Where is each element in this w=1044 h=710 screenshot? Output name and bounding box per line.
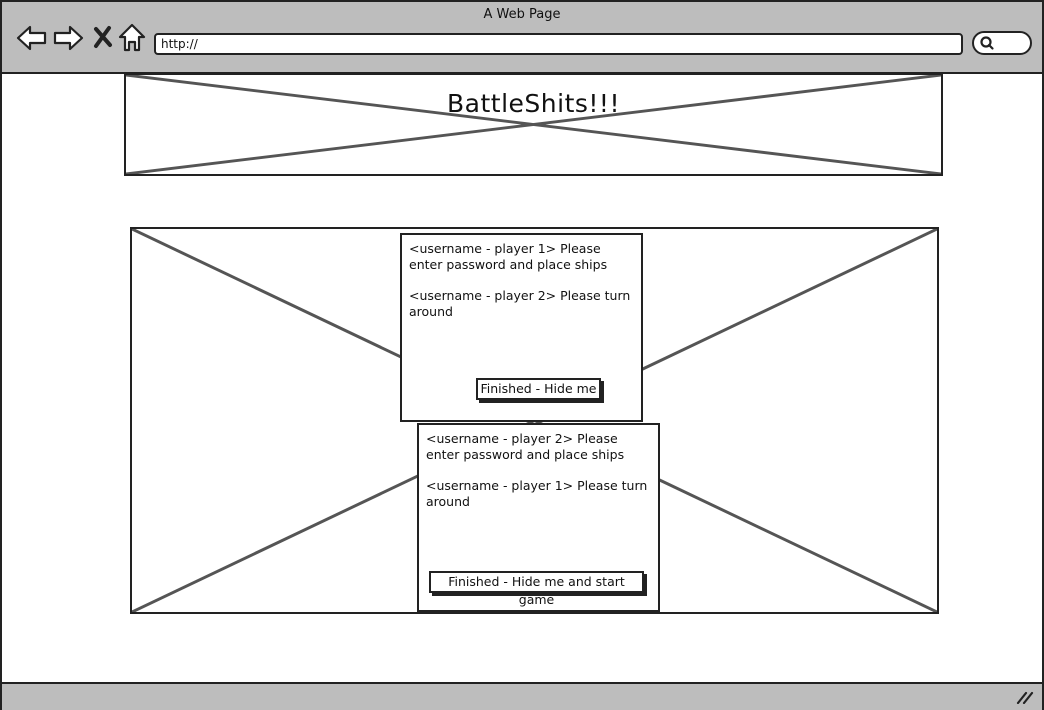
finished-start-game-button[interactable]: Finished - Hide me and start game [429,571,644,607]
resize-grip-icon[interactable] [1016,690,1034,704]
search-field[interactable] [972,31,1032,55]
finished-hide-button[interactable]: Finished - Hide me [476,378,601,400]
banner-image-placeholder: BattleShits!!! [124,73,943,176]
status-bar [2,682,1042,710]
window-title: A Web Page [483,7,561,22]
page-title: BattleShits!!! [447,89,620,118]
back-arrow-icon[interactable] [16,22,48,54]
dialog-message: <username - player 1> Please turn around [426,478,648,509]
home-icon[interactable] [116,22,148,54]
dialog-message: <username - player 2> Please enter passw… [426,431,625,462]
search-icon [980,36,994,50]
dialog-message: <username - player 1> Please enter passw… [409,241,608,272]
url-input[interactable]: http:// [154,33,963,55]
browser-toolbar: A Web Page http:// [2,2,1042,74]
player-2-setup-dialog: <username - player 2> Please enter passw… [417,423,660,612]
player-1-setup-dialog: <username - player 1> Please enter passw… [400,233,643,422]
forward-arrow-icon[interactable] [52,22,84,54]
browser-window: A Web Page http:// BattleShits!!! <usern… [0,0,1044,710]
dialog-message: <username - player 2> Please turn around [409,288,631,319]
